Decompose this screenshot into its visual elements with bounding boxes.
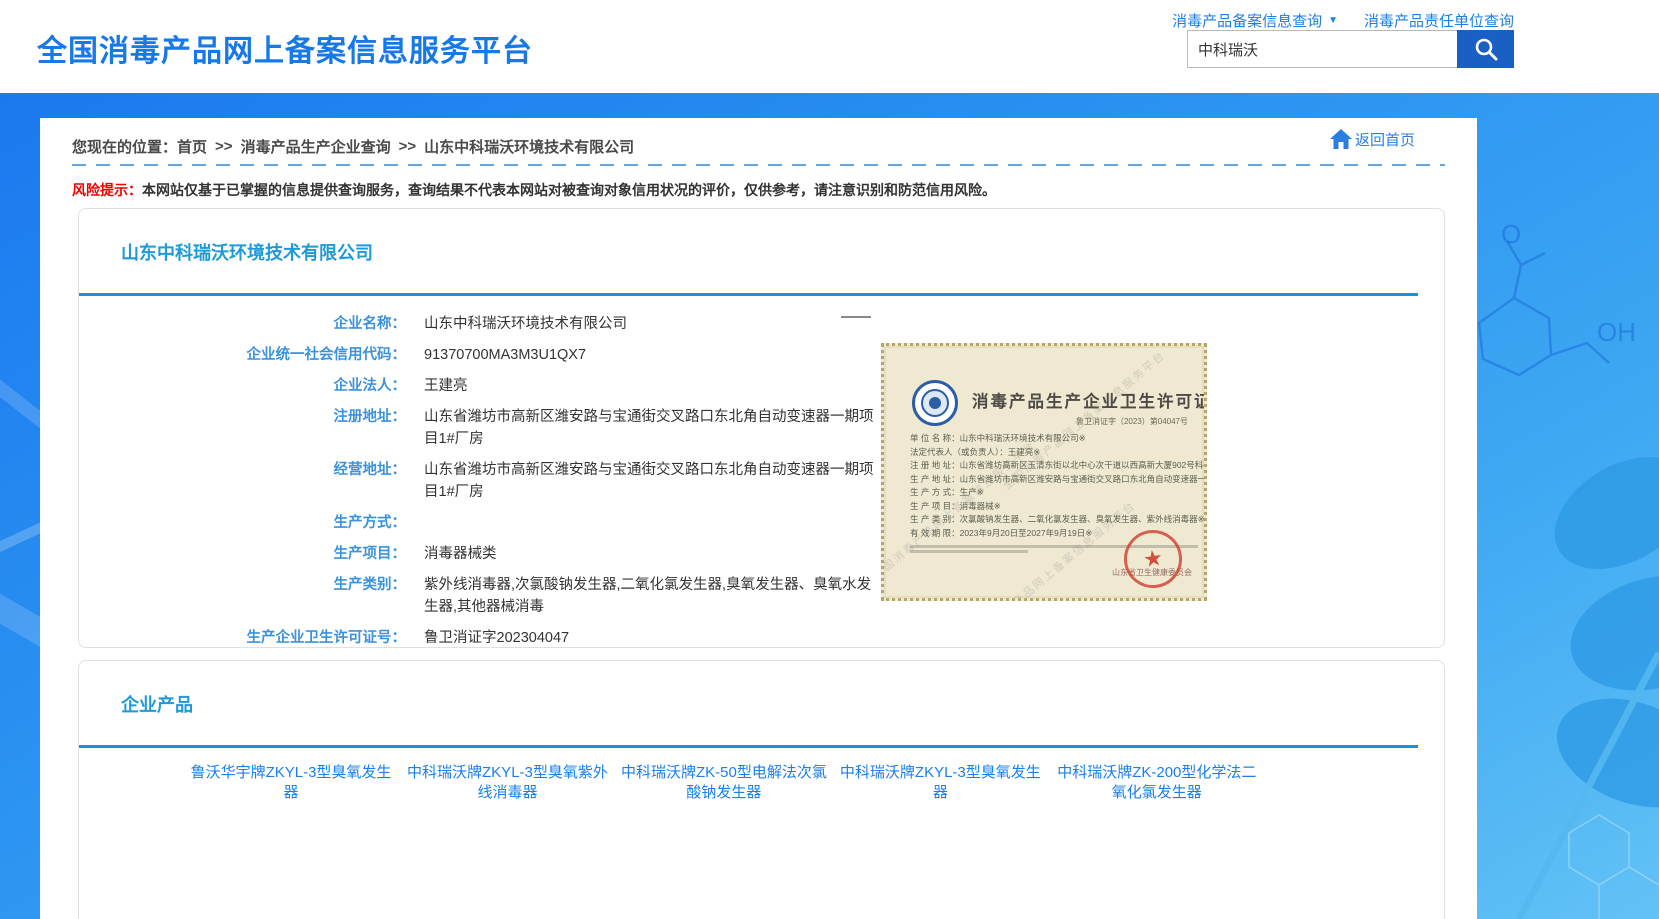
field-label: 企业统一社会信用代码： — [79, 344, 406, 366]
title-underline — [79, 745, 1418, 748]
field-label: 生产方式： — [79, 512, 406, 534]
field-value: 91370700MA3M3U1QX7 — [424, 344, 882, 366]
field-value: 紫外线消毒器,次氯酸钠发生器,二氧化氯发生器,臭氧发生器、臭氧水发生器,其他器械… — [424, 574, 882, 618]
nav-record-info-query[interactable]: 消毒产品备案信息查询 ▼ — [1172, 10, 1338, 31]
field-value: 鲁卫消证字202304047 — [424, 627, 882, 649]
field-value: 消毒器械类 — [424, 543, 882, 565]
field-label: 经营地址： — [79, 459, 406, 503]
certificate-line: 生 产 方 式：生产※ — [910, 486, 1206, 500]
product-link[interactable]: 中科瑞沃牌ZKYL-3型臭氧紫外线消毒器 — [402, 763, 612, 803]
field-label: 企业法人： — [79, 375, 406, 397]
chemistry-leaf-decor-icon: O OH — [1459, 93, 1659, 919]
field-value: 山东省潍坊市高新区潍安路与宝通街交叉路口东北角自动变速器一期项目1#厂房 — [424, 459, 882, 503]
field-row: 生产类别： 紫外线消毒器,次氯酸钠发生器,二氧化氯发生器,臭氧发生器、臭氧水发生… — [79, 574, 899, 618]
breadcrumb-prefix: 您现在的位置： — [72, 136, 177, 157]
search-bar — [1187, 30, 1514, 68]
field-value: 王建亮 — [424, 375, 882, 397]
title-underline — [79, 293, 1418, 296]
breadcrumb-section-link[interactable]: 消毒产品生产企业查询 — [241, 136, 391, 157]
home-icon — [1329, 128, 1353, 150]
chevron-down-icon: ▼ — [1328, 15, 1338, 26]
site-title: 全国消毒产品网上备案信息服务平台 — [37, 26, 533, 70]
svg-text:OH: OH — [1597, 317, 1636, 347]
image-artifact-dash — [841, 316, 871, 318]
content-panel: 您现在的位置： 首页 >> 消毒产品生产企业查询 >> 山东中科瑞沃环境技术有限… — [40, 118, 1477, 919]
license-certificate-image: 全国消毒产品网上备案信息服务平台 全国消毒产品网上备案信息服务平台 全国消毒产品… — [881, 343, 1207, 601]
field-label: 生产类别： — [79, 574, 406, 618]
field-row: 生产方式： — [79, 512, 899, 534]
risk-notice: 风险提示：本网站仅基于已掌握的信息提供查询服务，查询结果不代表本网站对被查询对象… — [72, 180, 996, 200]
dashed-divider — [72, 164, 1445, 166]
risk-notice-text: 本网站仅基于已掌握的信息提供查询服务，查询结果不代表本网站对被查询对象信用状况的… — [142, 182, 996, 198]
certificate-line: 生 产 地 址：山东省潍坊市高新区潍安路与宝通街交叉路口东北角自动变速器一期项目… — [910, 473, 1206, 487]
field-label: 企业名称： — [79, 313, 406, 335]
field-row: 生产企业卫生许可证号： 鲁卫消证字202304047 — [79, 627, 899, 649]
breadcrumb-separator: >> — [399, 138, 417, 155]
national-emblem-icon — [912, 380, 958, 426]
company-detail-card: 山东中科瑞沃环境技术有限公司 企业名称： 山东中科瑞沃环境技术有限公司 企业统一… — [78, 208, 1445, 648]
field-row: 注册地址： 山东省潍坊市高新区潍安路与宝通街交叉路口东北角自动变速器一期项目1#… — [79, 406, 899, 450]
nav-responsible-unit-query[interactable]: 消毒产品责任单位查询 — [1364, 10, 1514, 31]
field-label: 注册地址： — [79, 406, 406, 450]
field-value: 山东省潍坊市高新区潍安路与宝通街交叉路口东北角自动变速器一期项目1#厂房 — [424, 406, 882, 450]
page: O OH 全国消毒产品网上备案信息服务平台 消毒产品备案信息查询 ▼ 消毒产品责… — [0, 0, 1659, 919]
top-nav: 消毒产品备案信息查询 ▼ 消毒产品责任单位查询 — [1172, 10, 1514, 31]
breadcrumb-home-link[interactable]: 首页 — [177, 136, 207, 157]
breadcrumb-current: 山东中科瑞沃环境技术有限公司 — [424, 136, 634, 157]
risk-notice-label: 风险提示： — [72, 182, 142, 198]
company-fields: 企业名称： 山东中科瑞沃环境技术有限公司 企业统一社会信用代码： 9137070… — [79, 313, 899, 689]
field-row: 企业统一社会信用代码： 91370700MA3M3U1QX7 — [79, 344, 899, 366]
product-link[interactable]: 中科瑞沃牌ZKYL-3型臭氧发生器 — [835, 763, 1045, 803]
search-input[interactable] — [1187, 30, 1457, 68]
field-row: 生产项目： 消毒器械类 — [79, 543, 899, 565]
search-icon — [1473, 36, 1499, 62]
breadcrumb: 您现在的位置： 首页 >> 消毒产品生产企业查询 >> 山东中科瑞沃环境技术有限… — [72, 134, 1445, 158]
company-products-card: 企业产品 鲁沃华宇牌ZKYL-3型臭氧发生器 中科瑞沃牌ZKYL-3型臭氧紫外线… — [78, 660, 1445, 919]
product-list: 鲁沃华宇牌ZKYL-3型臭氧发生器 中科瑞沃牌ZKYL-3型臭氧紫外线消毒器 中… — [186, 763, 1396, 821]
certificate-line: 生 产 项 目：消毒器械※ — [910, 500, 1206, 514]
certificate-line: 单 位 名 称：山东中科瑞沃环境技术有限公司※ — [910, 432, 1206, 446]
field-label: 生产项目： — [79, 543, 406, 565]
product-link[interactable]: 鲁沃华宇牌ZKYL-3型臭氧发生器 — [186, 763, 396, 803]
certificate-number: 鲁卫消证字（2023）第04047号 — [1076, 416, 1188, 427]
field-row: 企业法人： 王建亮 — [79, 375, 899, 397]
breadcrumb-separator: >> — [215, 138, 233, 155]
search-button[interactable] — [1457, 30, 1514, 68]
field-value — [424, 512, 882, 534]
field-value: 山东中科瑞沃环境技术有限公司 — [424, 313, 882, 335]
back-home-link[interactable]: 返回首页 — [1329, 128, 1415, 150]
product-link[interactable]: 中科瑞沃牌ZK-50型电解法次氯酸钠发生器 — [619, 763, 829, 803]
svg-text:O: O — [1501, 219, 1521, 249]
certificate-line: 注 册 地 址：山东省潍坊高新区玉清东街以北中心次干道以西高新大厦902号科研楼 — [910, 459, 1206, 473]
field-label: 生产企业卫生许可证号： — [79, 627, 406, 649]
products-card-title: 企业产品 — [121, 691, 193, 717]
field-row: 企业名称： 山东中科瑞沃环境技术有限公司 — [79, 313, 899, 335]
certificate-title: 消毒产品生产企业卫生许可证 — [972, 388, 1207, 412]
certificate-line: 生 产 类 别：次氯酸钠发生器、二氧化氯发生器、臭氧发生器、紫外线消毒器※ — [910, 513, 1206, 527]
certificate-line: 法定代表人（或负责人）：王建亮※ — [910, 446, 1206, 460]
site-header: 全国消毒产品网上备案信息服务平台 消毒产品备案信息查询 ▼ 消毒产品责任单位查询 — [0, 0, 1659, 93]
field-row: 经营地址： 山东省潍坊市高新区潍安路与宝通街交叉路口东北角自动变速器一期项目1#… — [79, 459, 899, 503]
product-link[interactable]: 中科瑞沃牌ZK-200型化学法二氧化氯发生器 — [1052, 763, 1262, 803]
company-name-title: 山东中科瑞沃环境技术有限公司 — [121, 239, 373, 265]
